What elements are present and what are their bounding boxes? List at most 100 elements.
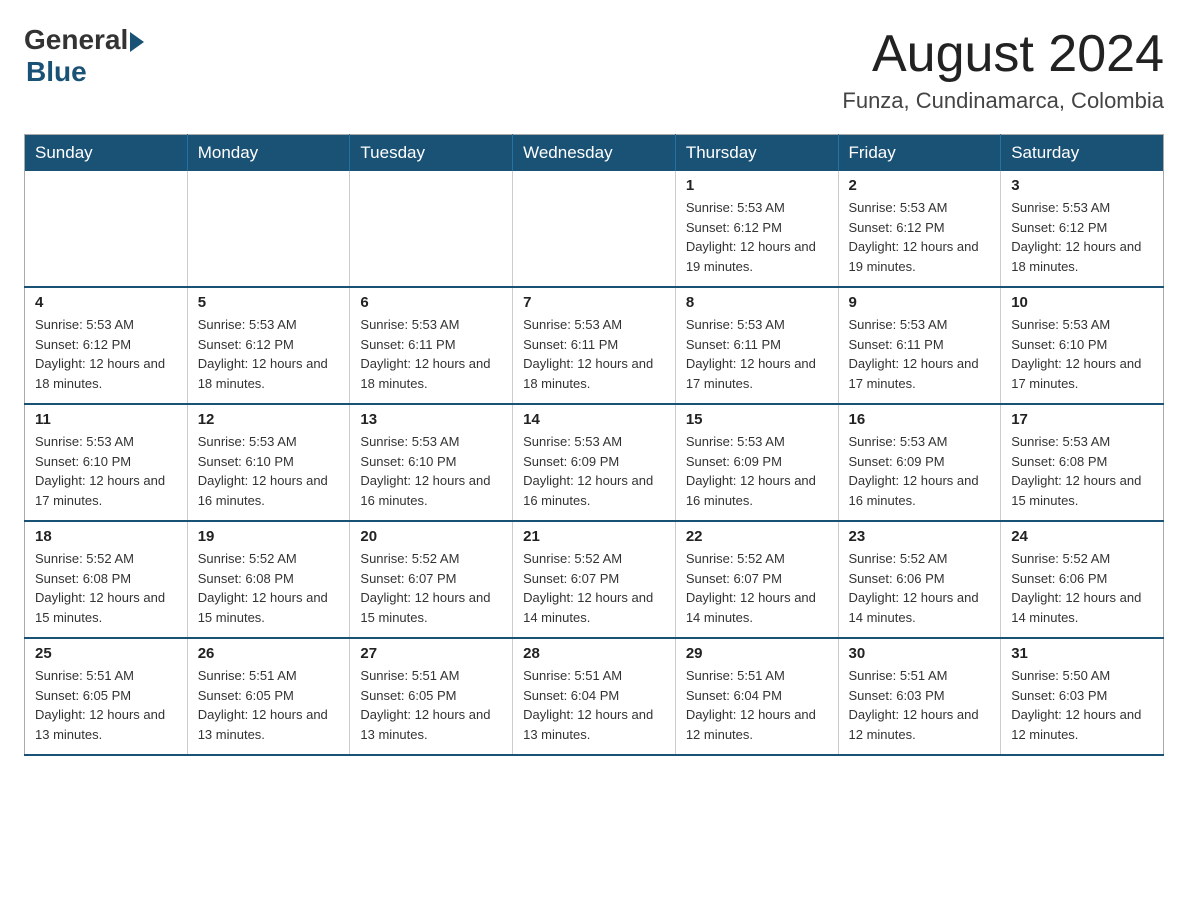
logo-arrow-icon [130,32,144,52]
day-info: Sunrise: 5:52 AM Sunset: 6:06 PM Dayligh… [1011,549,1153,627]
calendar-week-row: 4 Sunrise: 5:53 AM Sunset: 6:12 PM Daylig… [25,287,1164,404]
day-number: 15 [686,411,828,428]
day-number: 25 [35,645,177,662]
day-number: 1 [686,177,828,194]
day-number: 27 [360,645,502,662]
calendar-cell: 30Sunrise: 5:51 AM Sunset: 6:03 PM Dayli… [838,638,1001,755]
day-info: Sunrise: 5:53 AM Sunset: 6:09 PM Dayligh… [849,432,991,510]
calendar-cell: 10Sunrise: 5:53 AM Sunset: 6:10 PM Dayli… [1001,287,1164,404]
title-section: August 2024 Funza, Cundinamarca, Colombi… [842,24,1164,114]
day-info: Sunrise: 5:51 AM Sunset: 6:04 PM Dayligh… [686,666,828,744]
day-number: 4 [35,294,177,311]
calendar-cell: 5 Sunrise: 5:53 AM Sunset: 6:12 PM Daylig… [187,287,350,404]
day-number: 10 [1011,294,1153,311]
day-info: Sunrise: 5:53 AM Sunset: 6:09 PM Dayligh… [523,432,665,510]
day-of-week-header: Friday [838,135,1001,172]
calendar-cell: 26 Sunrise: 5:51 AM Sunset: 6:05 PM Dayli… [187,638,350,755]
day-info: Sunrise: 5:53 AM Sunset: 6:11 PM Dayligh… [849,315,991,393]
day-info: Sunrise: 5:53 AM Sunset: 6:09 PM Dayligh… [686,432,828,510]
day-info: Sunrise: 5:52 AM Sunset: 6:07 PM Dayligh… [523,549,665,627]
calendar-cell [513,171,676,287]
day-of-week-header: Saturday [1001,135,1164,172]
day-number: 16 [849,411,991,428]
calendar-week-row: 18 Sunrise: 5:52 AM Sunset: 6:08 PM Dayli… [25,521,1164,638]
day-info: Sunrise: 5:51 AM Sunset: 6:04 PM Dayligh… [523,666,665,744]
calendar-cell: 25 Sunrise: 5:51 AM Sunset: 6:05 PM Dayli… [25,638,188,755]
day-number: 13 [360,411,502,428]
day-of-week-header: Tuesday [350,135,513,172]
calendar-cell [187,171,350,287]
calendar-cell: 14 Sunrise: 5:53 AM Sunset: 6:09 PM Dayli… [513,404,676,521]
day-info: Sunrise: 5:53 AM Sunset: 6:11 PM Dayligh… [360,315,502,393]
day-number: 18 [35,528,177,545]
day-number: 5 [198,294,340,311]
day-info: Sunrise: 5:52 AM Sunset: 6:07 PM Dayligh… [686,549,828,627]
day-of-week-header: Thursday [675,135,838,172]
day-number: 31 [1011,645,1153,662]
day-number: 7 [523,294,665,311]
day-number: 14 [523,411,665,428]
day-info: Sunrise: 5:51 AM Sunset: 6:05 PM Dayligh… [360,666,502,744]
calendar-week-row: 25 Sunrise: 5:51 AM Sunset: 6:05 PM Dayli… [25,638,1164,755]
day-info: Sunrise: 5:50 AM Sunset: 6:03 PM Dayligh… [1011,666,1153,744]
day-of-week-header: Wednesday [513,135,676,172]
day-info: Sunrise: 5:52 AM Sunset: 6:08 PM Dayligh… [198,549,340,627]
calendar-cell: 24 Sunrise: 5:52 AM Sunset: 6:06 PM Dayli… [1001,521,1164,638]
calendar-cell: 9 Sunrise: 5:53 AM Sunset: 6:11 PM Daylig… [838,287,1001,404]
calendar-cell: 23 Sunrise: 5:52 AM Sunset: 6:06 PM Dayli… [838,521,1001,638]
day-number: 23 [849,528,991,545]
calendar-cell: 21 Sunrise: 5:52 AM Sunset: 6:07 PM Dayli… [513,521,676,638]
location-text: Funza, Cundinamarca, Colombia [842,88,1164,114]
day-info: Sunrise: 5:53 AM Sunset: 6:12 PM Dayligh… [198,315,340,393]
calendar-cell: 16 Sunrise: 5:53 AM Sunset: 6:09 PM Dayli… [838,404,1001,521]
day-info: Sunrise: 5:51 AM Sunset: 6:05 PM Dayligh… [35,666,177,744]
day-number: 6 [360,294,502,311]
day-number: 9 [849,294,991,311]
days-of-week-row: SundayMondayTuesdayWednesdayThursdayFrid… [25,135,1164,172]
day-info: Sunrise: 5:53 AM Sunset: 6:12 PM Dayligh… [849,198,991,276]
calendar-cell: 20 Sunrise: 5:52 AM Sunset: 6:07 PM Dayli… [350,521,513,638]
calendar-cell: 29Sunrise: 5:51 AM Sunset: 6:04 PM Dayli… [675,638,838,755]
calendar-cell: 27 Sunrise: 5:51 AM Sunset: 6:05 PM Dayli… [350,638,513,755]
day-number: 12 [198,411,340,428]
calendar-cell [350,171,513,287]
day-info: Sunrise: 5:51 AM Sunset: 6:05 PM Dayligh… [198,666,340,744]
day-number: 24 [1011,528,1153,545]
calendar-week-row: 11 Sunrise: 5:53 AM Sunset: 6:10 PM Dayli… [25,404,1164,521]
calendar-cell: 13 Sunrise: 5:53 AM Sunset: 6:10 PM Dayli… [350,404,513,521]
month-year-title: August 2024 [842,24,1164,84]
day-info: Sunrise: 5:53 AM Sunset: 6:11 PM Dayligh… [686,315,828,393]
calendar-cell: 2 Sunrise: 5:53 AM Sunset: 6:12 PM Daylig… [838,171,1001,287]
day-info: Sunrise: 5:53 AM Sunset: 6:12 PM Dayligh… [686,198,828,276]
page-header: General Blue August 2024 Funza, Cundinam… [24,24,1164,114]
day-info: Sunrise: 5:52 AM Sunset: 6:08 PM Dayligh… [35,549,177,627]
day-number: 26 [198,645,340,662]
day-number: 21 [523,528,665,545]
day-info: Sunrise: 5:53 AM Sunset: 6:12 PM Dayligh… [35,315,177,393]
calendar-cell: 15 Sunrise: 5:53 AM Sunset: 6:09 PM Dayli… [675,404,838,521]
day-info: Sunrise: 5:51 AM Sunset: 6:03 PM Dayligh… [849,666,991,744]
calendar-table: SundayMondayTuesdayWednesdayThursdayFrid… [24,134,1164,756]
day-number: 8 [686,294,828,311]
day-number: 11 [35,411,177,428]
day-info: Sunrise: 5:53 AM Sunset: 6:10 PM Dayligh… [198,432,340,510]
day-number: 2 [849,177,991,194]
calendar-cell: 28Sunrise: 5:51 AM Sunset: 6:04 PM Dayli… [513,638,676,755]
day-info: Sunrise: 5:53 AM Sunset: 6:12 PM Dayligh… [1011,198,1153,276]
calendar-cell: 31 Sunrise: 5:50 AM Sunset: 6:03 PM Dayli… [1001,638,1164,755]
calendar-cell [25,171,188,287]
calendar-cell: 22Sunrise: 5:52 AM Sunset: 6:07 PM Dayli… [675,521,838,638]
calendar-cell: 18 Sunrise: 5:52 AM Sunset: 6:08 PM Dayli… [25,521,188,638]
day-info: Sunrise: 5:53 AM Sunset: 6:10 PM Dayligh… [360,432,502,510]
day-of-week-header: Monday [187,135,350,172]
calendar-body: 1 Sunrise: 5:53 AM Sunset: 6:12 PM Daylig… [25,171,1164,755]
calendar-cell: 19Sunrise: 5:52 AM Sunset: 6:08 PM Dayli… [187,521,350,638]
calendar-cell: 6 Sunrise: 5:53 AM Sunset: 6:11 PM Daylig… [350,287,513,404]
day-number: 3 [1011,177,1153,194]
day-number: 20 [360,528,502,545]
day-info: Sunrise: 5:52 AM Sunset: 6:06 PM Dayligh… [849,549,991,627]
calendar-cell: 7Sunrise: 5:53 AM Sunset: 6:11 PM Daylig… [513,287,676,404]
day-info: Sunrise: 5:52 AM Sunset: 6:07 PM Dayligh… [360,549,502,627]
calendar-cell: 1 Sunrise: 5:53 AM Sunset: 6:12 PM Daylig… [675,171,838,287]
day-info: Sunrise: 5:53 AM Sunset: 6:08 PM Dayligh… [1011,432,1153,510]
